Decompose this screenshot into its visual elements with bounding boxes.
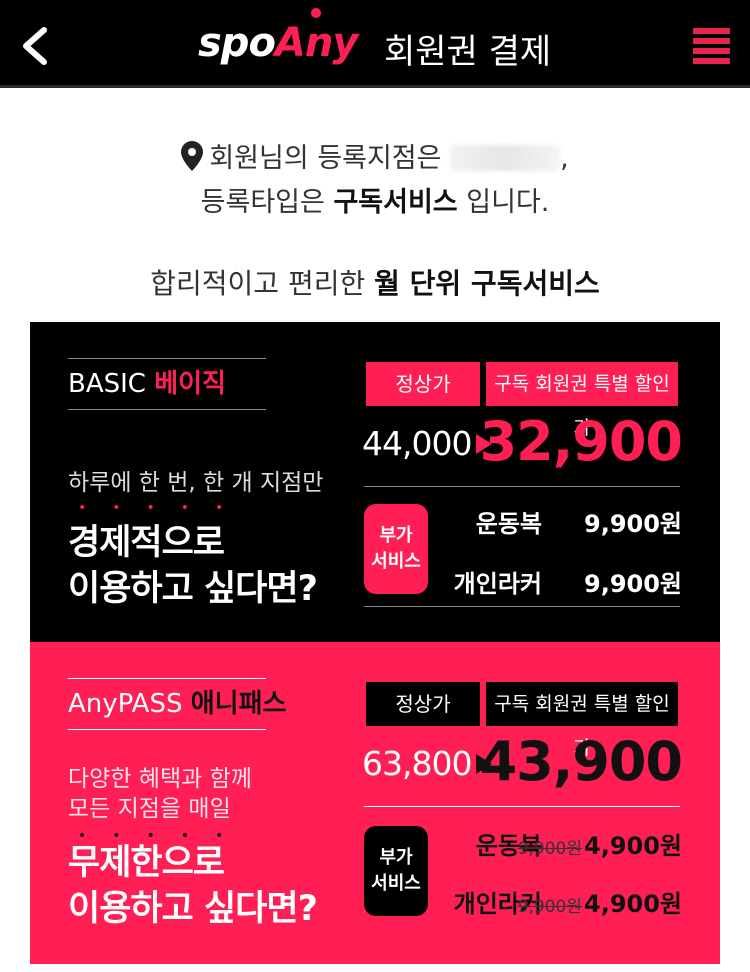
plan-name-ko: 베이직 xyxy=(154,369,226,399)
register-type-prefix: 등록타입은 xyxy=(200,187,325,218)
headline-line: 경제적으로 xyxy=(68,523,225,563)
spoany-logo[interactable]: spoAny xyxy=(198,20,359,66)
plan-tagline: 하루에 한 번, 한 개 지점만 xyxy=(68,468,323,498)
discount-price-label: 구독 회원권 특별 할인가 xyxy=(486,362,678,439)
location-pin-icon xyxy=(181,141,204,171)
branch-name-redacted xyxy=(450,145,561,171)
plan-tagline: 다양한 혜택과 함께 모든 지점을 매일 xyxy=(68,764,252,824)
branch-info-text: 회원님의 등록지점은 xyxy=(209,143,442,174)
addon-price: 9,900원4,900원 xyxy=(518,826,682,861)
plan-name: BASIC 베이직 xyxy=(68,358,266,410)
discount-price: 43,900 xyxy=(479,730,683,793)
addon-old-price: 9,900원 xyxy=(517,839,582,859)
divider xyxy=(364,486,680,487)
logo-text-left: spo xyxy=(198,20,276,66)
plan-name-ko: 애니패스 xyxy=(190,689,287,719)
addon-price: 9,900원 xyxy=(584,570,682,598)
plan-headline: 경제적으로 이용하고 싶다면? xyxy=(68,520,318,612)
register-type-value: 구독서비스 xyxy=(333,187,458,218)
regular-price-label: 정상가 xyxy=(366,362,480,406)
addon-price: 9,900원 xyxy=(584,510,682,538)
plan-card-anypass[interactable]: AnyPASS 애니패스 다양한 혜택과 함께 모든 지점을 매일 ••••• … xyxy=(30,642,720,964)
addon-new-price: 4,900원 xyxy=(584,832,682,860)
tagline-line: 다양한 혜택과 함께 xyxy=(68,766,252,792)
divider xyxy=(364,606,680,607)
headline-line: 무제한으로 xyxy=(68,843,225,883)
branch-info-line: 회원님의 등록지점은 , xyxy=(0,136,750,175)
subtitle-prefix: 합리적이고 편리한 xyxy=(150,267,366,300)
app-header: spoAny 회원권 결제 xyxy=(0,0,750,88)
plan-name-en: BASIC xyxy=(68,369,146,399)
addon-name: 운동복 xyxy=(475,510,542,538)
regular-price-label: 정상가 xyxy=(366,682,480,726)
subtitle-bold: 월 단위 구독서비스 xyxy=(374,267,600,300)
register-type-line: 등록타입은 구독서비스 입니다. xyxy=(0,180,750,219)
headline-line: 이용하고 싶다면? xyxy=(68,569,318,609)
tagline-line: 모든 지점을 매일 xyxy=(68,796,231,822)
headline-line: 이용하고 싶다면? xyxy=(68,889,318,929)
regular-price: 44,000 xyxy=(362,424,472,463)
plan-name: AnyPASS 애니패스 xyxy=(68,678,286,730)
tagline-line: 하루에 한 번, 한 개 지점만 xyxy=(68,470,324,496)
back-arrow-icon[interactable] xyxy=(18,26,52,66)
addon-new-price: 4,900원 xyxy=(584,890,682,918)
section-subtitle: 합리적이고 편리한 월 단위 구독서비스 xyxy=(0,262,750,302)
divider xyxy=(364,806,680,807)
plan-headline: 무제한으로 이용하고 싶다면? xyxy=(68,840,318,932)
logo-text-right: Any xyxy=(274,20,359,66)
regular-price: 63,800 xyxy=(362,744,472,783)
addon-price: 9,900원4,900원 xyxy=(518,884,682,919)
discount-price-label: 구독 회원권 특별 할인가 xyxy=(486,682,678,759)
addon-name: 개인라커 xyxy=(453,570,542,598)
addon-old-price: 9,900원 xyxy=(517,897,582,917)
emphasis-dots: ••••• xyxy=(78,500,250,516)
logo-dot-icon xyxy=(311,8,321,18)
register-type-suffix: 입니다. xyxy=(466,187,550,218)
plan-name-en: AnyPASS xyxy=(68,689,183,719)
page-title: 회원권 결제 xyxy=(384,32,552,72)
plan-card-basic[interactable]: BASIC 베이직 하루에 한 번, 한 개 지점만 ••••• 경제적으로 이… xyxy=(30,322,720,642)
hamburger-menu-icon[interactable] xyxy=(693,28,730,64)
discount-price: 32,900 xyxy=(479,410,683,473)
